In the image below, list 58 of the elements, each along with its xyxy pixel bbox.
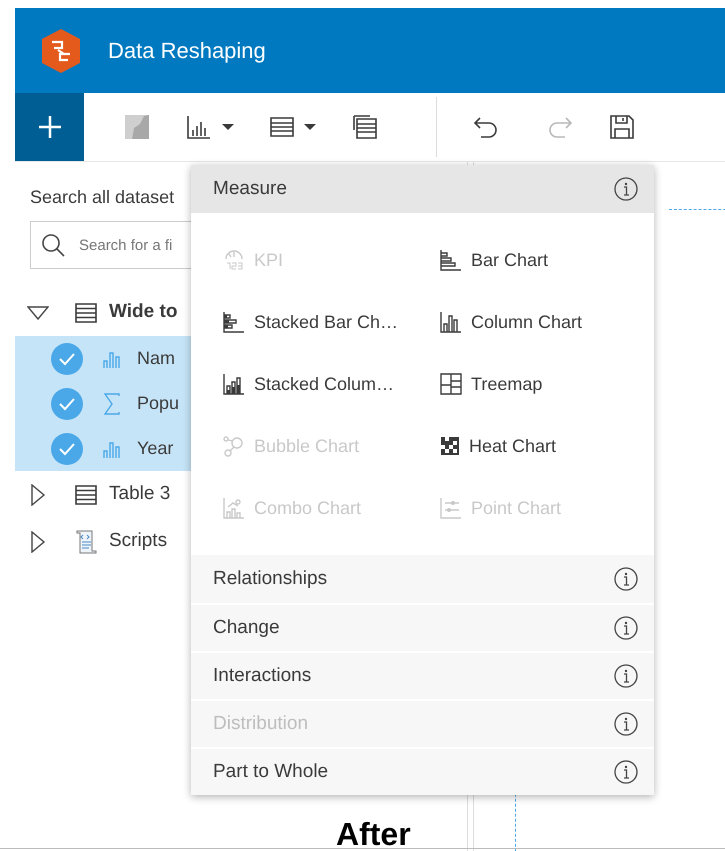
info-icon[interactable]: [614, 760, 638, 784]
sigma-icon: [103, 392, 121, 414]
info-icon[interactable]: [614, 567, 638, 591]
field-label: Nam: [137, 347, 176, 370]
table-icon: [270, 117, 294, 137]
category-header[interactable]: Measure: [191, 165, 654, 213]
bubble-icon: [223, 435, 245, 457]
treemap-icon: [440, 373, 462, 395]
chart-type-option[interactable]: Heat Chart: [440, 415, 654, 477]
column-chart-icon: [186, 114, 212, 140]
caret-icon: [304, 123, 316, 131]
point-chart-icon: [440, 497, 462, 519]
plus-icon: [38, 115, 62, 139]
tree-item-label[interactable]: Wide to: [109, 298, 178, 327]
search-icon: [40, 232, 66, 258]
tree-item-label[interactable]: Table 3: [109, 480, 170, 509]
chart-type-option[interactable]: Treemap: [440, 353, 654, 415]
table-icon: [75, 302, 97, 322]
gauge-icon: [223, 249, 245, 271]
category-header[interactable]: Part to Whole: [191, 747, 654, 795]
info-icon[interactable]: [614, 664, 638, 688]
chart-type-option[interactable]: Bar Chart: [440, 229, 654, 291]
field-label: Year: [137, 437, 174, 460]
chart-type-option[interactable]: Stacked Colum…: [223, 353, 440, 415]
caption: After: [336, 818, 411, 850]
check-icon[interactable]: [51, 432, 83, 464]
app-logo: [40, 28, 82, 74]
info-icon[interactable]: [614, 177, 638, 201]
save-icon: [609, 114, 635, 140]
field-row[interactable]: Nam: [15, 336, 191, 381]
undo-icon: [473, 116, 499, 138]
heat-chart-icon: [440, 436, 460, 456]
category-header[interactable]: Change: [191, 603, 654, 651]
stacked-bar-chart-icon: [223, 311, 245, 333]
chart-type-option[interactable]: Stacked Bar Ch…: [223, 291, 440, 353]
column-chart-icon: [440, 311, 462, 333]
redo-icon: [547, 116, 573, 138]
field-row[interactable]: Year: [15, 426, 191, 471]
app-title: Data Reshaping: [108, 37, 266, 65]
tree-item-label[interactable]: Scripts: [109, 527, 168, 556]
add-button[interactable]: [15, 93, 84, 161]
tables-icon: [352, 114, 378, 140]
stacked-column-chart-icon: [223, 373, 245, 395]
map-icon: [124, 114, 150, 140]
chart-type-option[interactable]: Column Chart: [440, 291, 654, 353]
check-icon[interactable]: [51, 388, 83, 420]
combo-chart-icon: [223, 497, 245, 519]
field-row[interactable]: Popu: [15, 381, 191, 426]
info-icon[interactable]: [614, 616, 638, 640]
caret-icon: [222, 123, 234, 131]
search-label: Search all dataset: [30, 186, 176, 209]
search-field[interactable]: Search for a fi: [30, 221, 191, 269]
bar-chart-icon: [440, 249, 462, 271]
field-label: Popu: [137, 392, 180, 415]
table-icon: [75, 484, 97, 504]
category-header[interactable]: Interactions: [191, 651, 654, 699]
category-header[interactable]: Relationships: [191, 555, 654, 603]
check-icon[interactable]: [51, 342, 83, 374]
